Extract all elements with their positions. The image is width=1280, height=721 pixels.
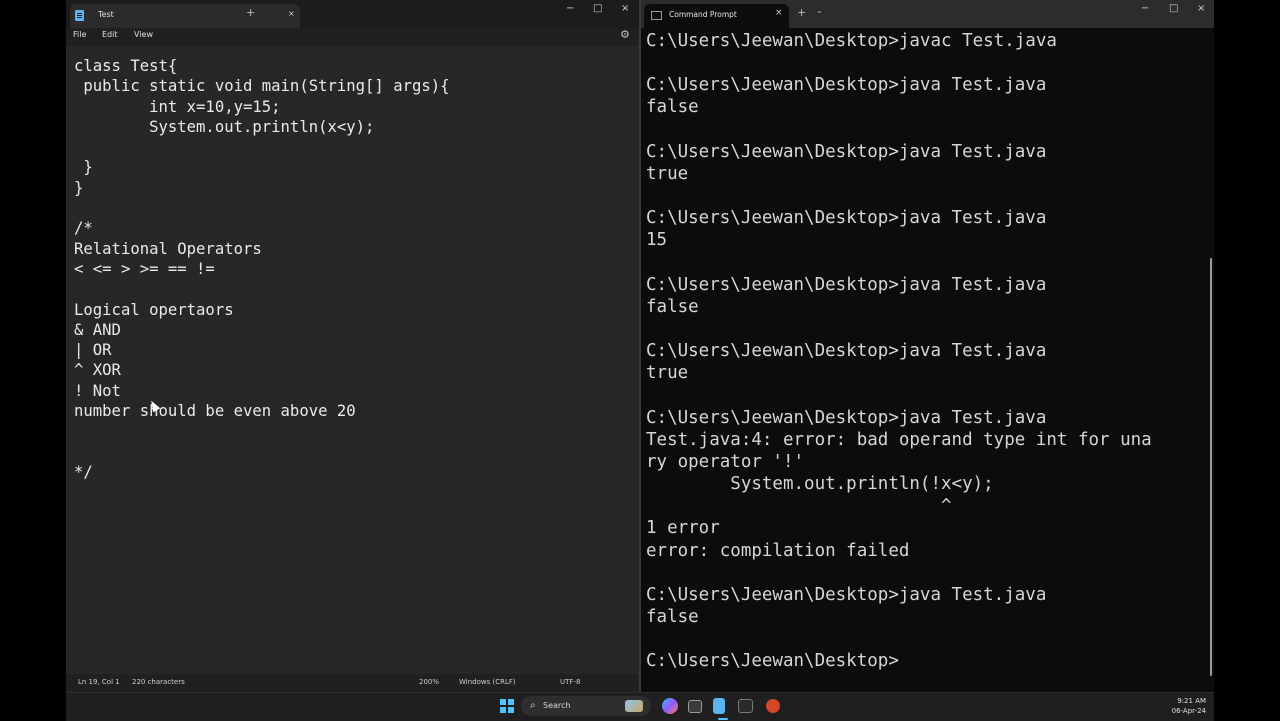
- terminal-window: Command Prompt × + ⌄ − □ × C:\Users\Jeew…: [641, 0, 1214, 692]
- chevron-down-icon[interactable]: ⌄: [816, 6, 823, 15]
- clock-date: 06-Apr-24: [1171, 707, 1206, 715]
- notepad-taskbar-icon[interactable]: [713, 698, 725, 714]
- powerpoint-taskbar-icon[interactable]: [766, 699, 780, 713]
- copilot-icon[interactable]: [662, 698, 678, 714]
- windows-start-icon[interactable]: [500, 699, 514, 713]
- maximize-button[interactable]: □: [1169, 3, 1178, 14]
- taskbar-clock[interactable]: 9:21 AM 06-Apr-24: [1166, 696, 1206, 716]
- status-encoding[interactable]: UTF-8: [560, 678, 580, 686]
- taskbar-search-box[interactable]: ⌕ Search: [521, 696, 651, 716]
- status-cursor-position: Ln 19, Col 1: [78, 678, 120, 686]
- notepad-icon: [75, 10, 84, 21]
- notepad-editor[interactable]: class Test{ public static void main(Stri…: [66, 46, 639, 674]
- notepad-menubar: File Edit View ⚙: [66, 28, 639, 46]
- maximize-button[interactable]: □: [593, 3, 602, 14]
- close-window-button[interactable]: ×: [1197, 3, 1205, 14]
- notepad-window: Test × + − □ × File Edit View ⚙ class Te…: [66, 0, 639, 692]
- menu-edit[interactable]: Edit: [102, 30, 118, 39]
- notepad-titlebar[interactable]: Test × + − □ ×: [66, 0, 639, 28]
- command-prompt-icon: [651, 11, 662, 20]
- terminal-tab-title: Command Prompt: [669, 10, 737, 19]
- terminal-taskbar-icon[interactable]: [738, 699, 753, 713]
- terminal-scrollbar[interactable]: [1210, 258, 1212, 676]
- menu-view[interactable]: View: [134, 30, 153, 39]
- new-tab-button[interactable]: +: [797, 6, 806, 19]
- search-icon: ⌕: [530, 700, 536, 711]
- notepad-tab-title: Test: [98, 10, 114, 19]
- taskbar: ⌕ Search 9:21 AM 06-Apr-24: [66, 692, 1214, 721]
- status-zoom[interactable]: 200%: [419, 678, 439, 686]
- close-tab-icon[interactable]: ×: [288, 9, 295, 18]
- minimize-button[interactable]: −: [566, 3, 574, 14]
- search-highlight-icon: [625, 700, 643, 712]
- close-tab-icon[interactable]: ×: [775, 8, 783, 18]
- terminal-titlebar[interactable]: Command Prompt × + ⌄ − □ ×: [641, 0, 1214, 28]
- gear-icon[interactable]: ⚙: [620, 28, 630, 41]
- minimize-button[interactable]: −: [1141, 3, 1149, 14]
- search-placeholder: Search: [543, 701, 571, 710]
- close-window-button[interactable]: ×: [621, 3, 629, 14]
- notepad-tab-test[interactable]: Test ×: [70, 4, 300, 28]
- clock-time: 9:21 AM: [1177, 697, 1206, 705]
- terminal-output[interactable]: C:\Users\Jeewan\Desktop>javac Test.java …: [646, 30, 1152, 673]
- task-view-icon[interactable]: [688, 700, 702, 713]
- menu-file[interactable]: File: [73, 30, 86, 39]
- new-tab-button[interactable]: +: [246, 6, 255, 19]
- terminal-tab-command-prompt[interactable]: Command Prompt ×: [644, 4, 789, 28]
- status-character-count: 220 characters: [132, 678, 185, 686]
- status-line-ending[interactable]: Windows (CRLF): [459, 678, 516, 686]
- notepad-text-content[interactable]: class Test{ public static void main(Stri…: [74, 56, 450, 482]
- notepad-statusbar: Ln 19, Col 1 220 characters 200% Windows…: [66, 674, 639, 692]
